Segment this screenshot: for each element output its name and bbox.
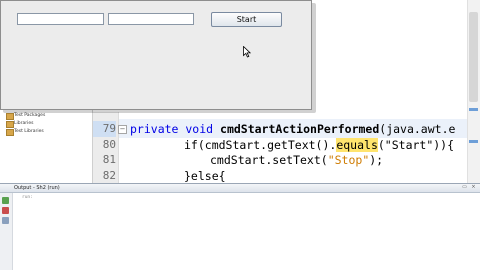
code-if-arg: ("Start")){ [377, 138, 455, 152]
folder-icon [6, 121, 14, 128]
code-line-80: if(cmdStart.getText().equals("Start")){ [118, 137, 465, 153]
code-if-condition: if(cmdStart.getText(). [184, 138, 337, 152]
stop-icon[interactable] [2, 207, 9, 214]
output-toolbar [0, 193, 13, 270]
folder-icon [6, 113, 14, 120]
keyword-private-void: private void [130, 122, 221, 136]
output-text: run: [22, 195, 33, 200]
start-button[interactable]: Start [211, 12, 282, 27]
projects-panel: Test Packages Libraries Test Libraries [0, 110, 93, 183]
highlighted-equals: equals [336, 138, 378, 152]
line-number: 80 [102, 138, 116, 151]
close-icon[interactable]: × [471, 185, 476, 190]
line-number: 81 [102, 153, 116, 166]
project-item[interactable]: Test Packages [14, 113, 45, 119]
editor-scroll-thumb[interactable] [469, 12, 478, 102]
scroll-marker[interactable] [469, 140, 478, 143]
code-settext-end: ); [369, 153, 384, 167]
output-tab-bar[interactable]: Output - Sh2 (run) ▭ × [0, 184, 480, 193]
code-line-81: cmdStart.setText("Stop"); [118, 152, 465, 168]
code-string-stop: "Stop" [327, 153, 370, 167]
scroll-marker[interactable] [469, 108, 478, 111]
method-name: cmdStartActionPerformed [220, 122, 380, 136]
output-console[interactable]: run: [13, 193, 480, 270]
project-item[interactable]: Test Libraries [14, 129, 44, 135]
code-line-79: private void cmdStartActionPerformed(jav… [118, 121, 465, 137]
output-tab-title[interactable]: Output - Sh2 (run) [14, 184, 60, 192]
code-settext-call: cmdStart.setText( [210, 153, 328, 167]
method-params: (java.awt.e [379, 122, 456, 136]
minimize-icon[interactable]: ▭ [462, 185, 467, 190]
settings-icon[interactable] [2, 217, 9, 224]
folder-icon [6, 129, 14, 136]
code-line-82: }else{ [184, 169, 226, 183]
text-field-1[interactable] [17, 13, 104, 25]
java-app-window: Start [0, 0, 312, 110]
line-number: 79 [93, 121, 116, 137]
arrow-cursor-icon [243, 46, 251, 58]
project-item[interactable]: Libraries [14, 121, 33, 127]
run-icon[interactable] [2, 197, 9, 204]
line-number: 82 [102, 169, 116, 182]
text-field-2[interactable] [108, 13, 194, 25]
